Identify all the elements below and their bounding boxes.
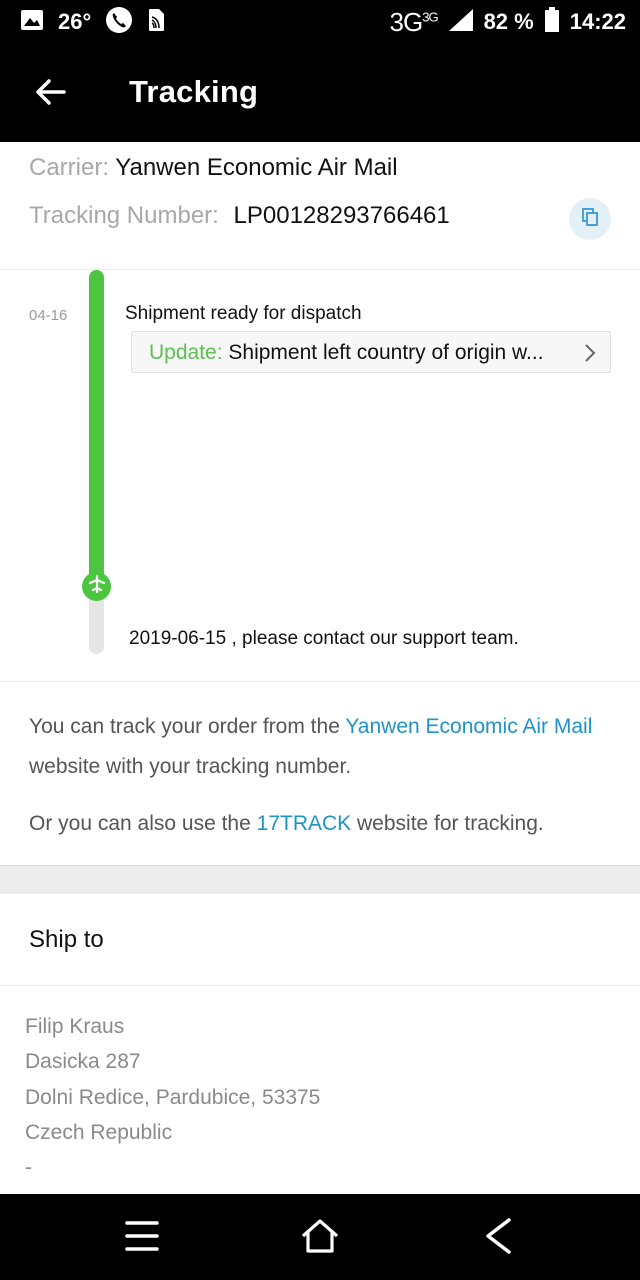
carrier-website-link[interactable]: Yanwen Economic Air Mail <box>345 715 592 738</box>
battery-icon <box>544 6 560 38</box>
menu-icon <box>124 1219 160 1258</box>
battery-percent-text: 82 % <box>483 9 534 34</box>
timeline-note: 2019-06-15 , please contact our support … <box>129 628 519 649</box>
arrow-left-icon <box>34 78 66 111</box>
timeline-event-title: Shipment ready for dispatch <box>125 303 362 324</box>
timeline-update-card[interactable]: Update: Shipment left country of origin … <box>131 331 611 373</box>
phone-call-icon <box>105 6 133 39</box>
info-text: Or you can also use the <box>29 812 257 835</box>
tracking-timeline: 04-16 Shipment ready for dispatch Update… <box>0 270 640 682</box>
tracking-number-row: Tracking Number: LP00128293766461 <box>29 202 450 230</box>
timeline-node <box>82 572 111 601</box>
carrier-section: Carrier: Yanwen Economic Air Mail Tracki… <box>0 142 640 270</box>
address-phone: - <box>25 1156 32 1179</box>
chevron-right-icon <box>584 343 596 368</box>
timeline-date: 04-16 <box>29 307 68 324</box>
status-bar: 26° 3G3G 82 % 14:22 <box>0 0 640 44</box>
home-icon <box>300 1218 340 1259</box>
ship-to-header: Ship to <box>0 894 640 986</box>
address-city: Dolni Redice, Pardubice, 53375 <box>25 1086 321 1109</box>
carrier-label: Carrier: <box>29 154 110 181</box>
signal-icon <box>448 8 474 37</box>
plane-icon <box>88 574 106 598</box>
17track-website-link[interactable]: 17TRACK <box>257 812 352 835</box>
ship-to-title: Ship to <box>29 926 104 953</box>
info-text: website for tracking. <box>351 812 544 835</box>
network-type-text: 3G3G <box>389 6 439 37</box>
shipping-address: Filip Kraus Dasicka 287 Dolni Redice, Pa… <box>0 986 640 1194</box>
nav-menu-button[interactable] <box>118 1214 166 1262</box>
address-country: Czech Republic <box>25 1121 173 1144</box>
tracking-number-value: LP00128293766461 <box>233 202 450 229</box>
carrier-value: Yanwen Economic Air Mail <box>115 154 398 181</box>
back-chevron-icon <box>483 1217 513 1260</box>
update-text: Shipment left country of origin w... <box>228 341 544 364</box>
nfc-icon <box>147 8 165 37</box>
back-button[interactable] <box>30 74 70 114</box>
carrier-row: Carrier: Yanwen Economic Air Mail <box>29 154 398 182</box>
tracking-number-label: Tracking Number: <box>29 202 219 229</box>
info-paragraph-carrier: You can track your order from the Yanwen… <box>29 707 619 787</box>
info-text: website with your tracking number. <box>29 755 352 778</box>
system-nav-bar <box>0 1194 640 1280</box>
address-name: Filip Kraus <box>25 1015 125 1038</box>
tracking-info: You can track your order from the Yanwen… <box>0 683 640 866</box>
copy-icon <box>580 207 600 232</box>
page-title: Tracking <box>129 74 259 109</box>
timeline-progress <box>89 270 104 589</box>
address-street: Dasicka 287 <box>25 1050 141 1073</box>
copy-tracking-button[interactable] <box>569 198 611 240</box>
image-notification-icon <box>20 9 44 36</box>
info-paragraph-17track: Or you can also use the 17TRACK website … <box>29 804 619 844</box>
info-text: You can track your order from the <box>29 715 346 738</box>
update-label: Update: <box>149 341 223 364</box>
nav-back-button[interactable] <box>474 1214 522 1262</box>
temperature-text: 26° <box>58 9 92 34</box>
section-divider <box>0 866 640 894</box>
app-bar: Tracking <box>0 44 640 142</box>
clock-text: 14:22 <box>569 9 626 34</box>
nav-home-button[interactable] <box>296 1214 344 1262</box>
